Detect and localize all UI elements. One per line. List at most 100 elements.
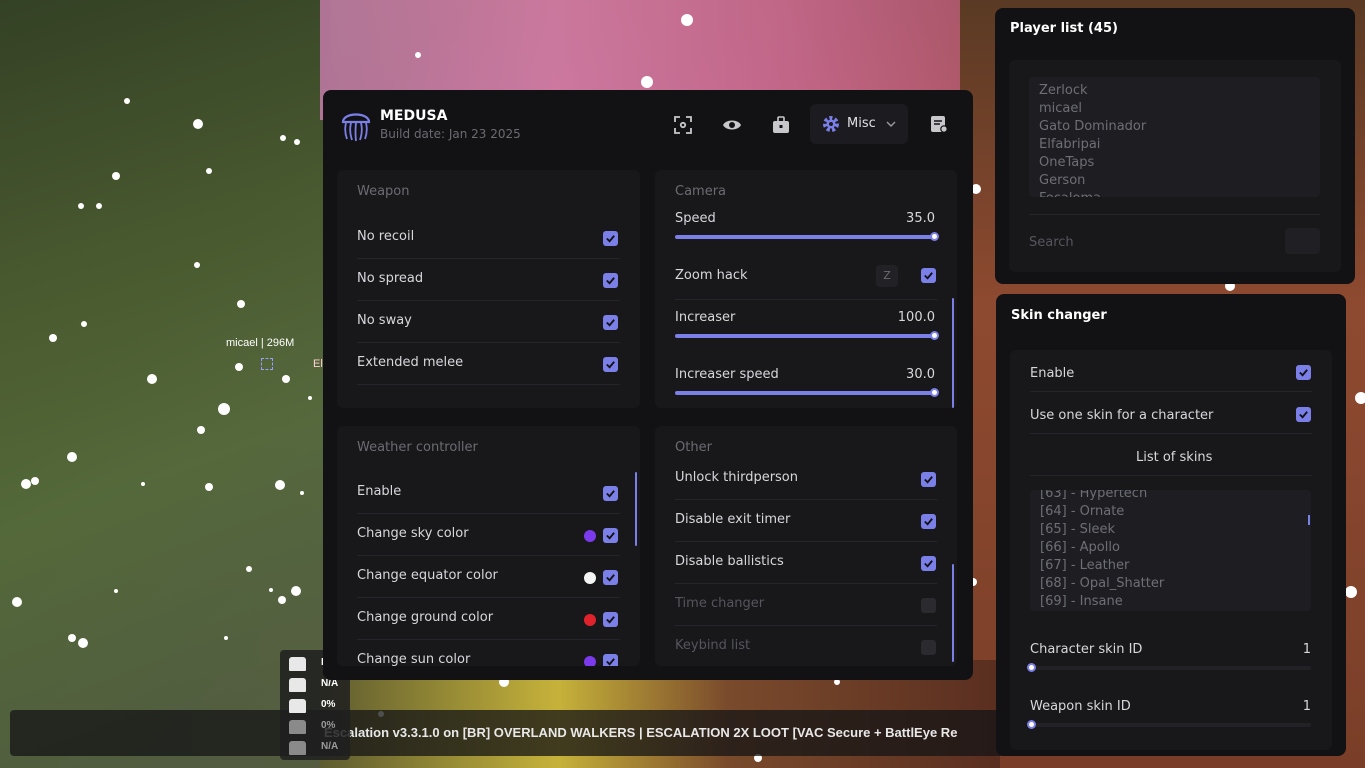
weapon-skin-value: 1 [1302,699,1311,714]
player-list-window: Player list (45) Zerlock micael Gato Domin… [995,8,1355,284]
color-swatch[interactable] [584,530,596,542]
increaser-knob[interactable] [930,331,939,340]
option-checkbox[interactable] [603,612,618,627]
camera-scrollbar[interactable] [952,298,954,408]
weather-card: Weather controller Enable Change sky colo… [337,426,640,666]
character-skin-value: 1 [1302,642,1311,657]
option-row[interactable]: No spread [357,259,620,301]
option-checkbox[interactable] [921,556,936,571]
one-skin-checkbox[interactable] [1296,407,1311,422]
list-item[interactable]: [69] - Insane [1030,593,1311,611]
visuals-tab-icon[interactable] [722,115,742,135]
weather-scrollbar[interactable] [635,472,637,546]
config-tab-icon[interactable] [929,114,949,134]
snow-particle [49,334,57,342]
option-row[interactable]: No recoil [357,217,620,259]
snow-particle [21,479,31,489]
search-button[interactable] [1285,228,1320,254]
list-item[interactable]: micael [1029,100,1320,118]
snow-particle [31,477,39,485]
option-row[interactable]: Change sky color [357,514,620,556]
list-item[interactable]: Fecaloma [1029,190,1320,197]
other-card: Other Unlock thirdperson Disable exit tim… [655,426,957,666]
option-row[interactable]: Change ground color [357,598,620,640]
list-item[interactable]: [65] - Sleek [1030,521,1311,539]
camera-card: Camera Speed 35.0 Zoom hack Z Increaser … [655,170,957,408]
list-item[interactable]: Elfabripai [1029,136,1320,154]
option-checkbox[interactable] [603,486,618,501]
snow-particle [681,14,693,26]
option-checkbox[interactable] [603,315,618,330]
option-row[interactable]: Unlock thirdperson [675,458,937,500]
player-list[interactable]: Zerlock micael Gato Dominador Elfabripai One… [1029,77,1320,197]
increaser-value: 100.0 [897,310,935,325]
color-swatch[interactable] [584,572,596,584]
armor-slot-value: N/A [321,741,339,752]
option-row[interactable]: Enable [357,472,620,514]
color-swatch[interactable] [584,656,596,666]
option-row[interactable]: No sway [357,301,620,343]
crosshair-tab-icon[interactable] [673,115,693,135]
weapon-skin-knob[interactable] [1027,720,1036,729]
speed-label: Speed [675,211,716,226]
option-checkbox[interactable] [603,570,618,585]
list-item[interactable]: Gato Dominador [1029,118,1320,136]
list-item[interactable]: Gerson [1029,172,1320,190]
option-row[interactable]: Disable ballistics [675,542,937,584]
increaser-speed-knob[interactable] [930,388,939,397]
snow-particle [112,172,120,180]
other-scrollbar[interactable] [952,564,954,662]
list-item[interactable]: Zerlock [1029,82,1320,100]
snow-particle [235,363,243,371]
zoom-hack-checkbox[interactable] [921,268,936,283]
snow-particle [291,586,301,596]
option-label: Keybind list [675,638,751,653]
option-checkbox[interactable] [603,273,618,288]
player-search-input[interactable]: Search [1029,235,1074,250]
option-checkbox[interactable] [603,654,618,666]
armor-slot-value: 0% [321,720,336,731]
armor-slot-value: 0% [321,699,336,710]
color-swatch[interactable] [584,614,596,626]
inventory-tab-icon[interactable] [771,115,791,135]
option-row[interactable]: Time changer [675,584,937,626]
option-row[interactable]: Extended melee [357,343,620,385]
snow-particle [206,168,212,174]
character-skin-knob[interactable] [1027,663,1036,672]
snow-particle [1355,392,1365,404]
option-row[interactable]: Disable exit timer [675,500,937,542]
skin-list-scrollbar[interactable] [1308,515,1310,525]
skin-list[interactable]: [63] - Hypertech [64] - Ornate [65] - Slee… [1030,490,1311,611]
option-checkbox[interactable] [603,357,618,372]
list-item[interactable]: [66] - Apollo [1030,539,1311,557]
option-checkbox[interactable] [921,640,936,655]
option-checkbox[interactable] [921,514,936,529]
skin-enable-row[interactable]: Enable [1030,350,1312,392]
snow-particle [197,426,205,434]
list-item[interactable]: [68] - Opal_Shatter [1030,575,1311,593]
list-item[interactable]: OneTaps [1029,154,1320,172]
list-item[interactable]: [67] - Leather [1030,557,1311,575]
skin-enable-checkbox[interactable] [1296,365,1311,380]
speed-knob[interactable] [930,232,939,241]
option-checkbox[interactable] [603,528,618,543]
armor-slot-icon [289,678,306,692]
zoom-key-badge[interactable]: Z [876,265,898,287]
option-label: Change sky color [357,526,469,541]
option-row[interactable]: Change equator color [357,556,620,598]
snow-particle [218,403,230,415]
gear-icon [821,114,841,134]
one-skin-row[interactable]: Use one skin for a character [1030,392,1312,434]
tab-misc[interactable]: Misc [810,104,908,144]
option-checkbox[interactable] [921,598,936,613]
player-tag: micael | 296M [226,337,295,349]
option-checkbox[interactable] [921,472,936,487]
list-item[interactable]: [64] - Ornate [1030,503,1311,521]
option-checkbox[interactable] [603,231,618,246]
list-item[interactable]: [63] - Hypertech [1030,490,1311,503]
option-row[interactable]: Change sun color [357,640,620,666]
skin-changer-title: Skin changer [1011,308,1107,323]
weather-title: Weather controller [357,440,478,455]
option-row[interactable]: Keybind list [675,626,937,666]
zoom-hack-row[interactable]: Zoom hack Z [675,256,937,300]
